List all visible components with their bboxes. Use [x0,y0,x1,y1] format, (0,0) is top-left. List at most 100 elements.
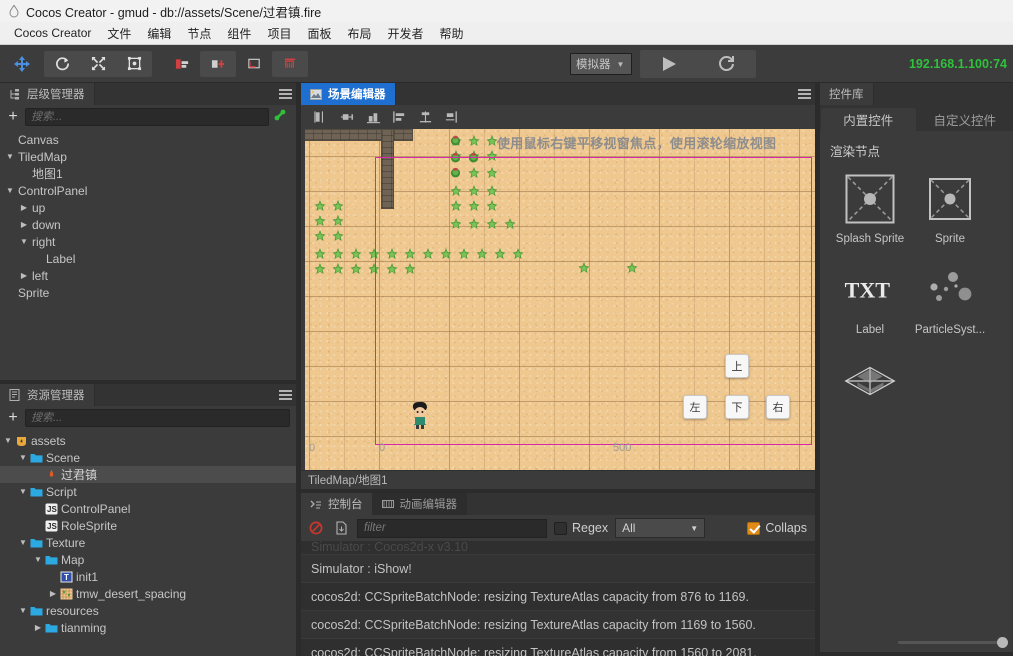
library-zoom-slider[interactable] [820,632,1013,652]
refresh-button[interactable] [698,50,756,78]
menu-project[interactable]: 项目 [259,23,299,44]
assets-search-input[interactable] [25,409,290,427]
disclosure-arrow-icon[interactable]: ▼ [17,606,29,615]
hierarchy-node-left[interactable]: ▶ left [0,267,296,284]
anchor-icon[interactable] [200,50,236,77]
disclosure-arrow-icon[interactable]: ▶ [47,589,59,598]
asset-node-scene[interactable]: ▼ Scene [0,449,296,466]
menu-node[interactable]: 节点 [179,23,219,44]
library-item-particle-system[interactable]: ParticleSyst... [910,263,990,336]
menu-edit[interactable]: 编辑 [139,23,179,44]
align-top-icon[interactable] [387,107,411,127]
align-middle-v-icon[interactable] [413,107,437,127]
play-button[interactable] [640,50,698,78]
library-item-splash-sprite[interactable]: Splash Sprite [830,172,910,245]
console-log-list[interactable]: Simulator : Cocos2d-x v3.10 Simulator : i… [301,541,815,656]
disclosure-arrow-icon[interactable]: ▼ [17,453,29,462]
hierarchy-node-controlpanel[interactable]: ▼ ControlPanel [0,182,296,199]
clear-icon[interactable] [307,519,325,537]
slider-knob[interactable] [997,636,1008,648]
disclosure-arrow-icon[interactable]: ▼ [32,555,44,564]
local-coord-icon[interactable] [236,51,272,77]
align-right-icon[interactable] [361,107,385,127]
menu-component[interactable]: 组件 [219,23,259,44]
pivot-icon[interactable] [164,51,200,77]
asset-node-rolesprite[interactable]: JS RoleSprite [0,517,296,534]
hierarchy-node-地图1[interactable]: 地图1 [0,165,296,182]
scene-canvas[interactable]: 使用鼠标右键平移视窗焦点，使用滚轮缩放视图 0 0 500 上左下右 [305,129,815,470]
console-log-row[interactable]: cocos2d: CCSpriteBatchNode: resizing Tex… [301,611,815,639]
menu-help[interactable]: 帮助 [432,23,472,44]
hierarchy-node-canvas[interactable]: Canvas [0,131,296,148]
export-icon[interactable] [332,519,350,537]
scene-btn-down[interactable]: 下 [725,395,749,419]
disclosure-arrow-icon[interactable]: ▶ [18,203,30,212]
hierarchy-node-label[interactable]: Label [0,250,296,267]
library-item-tiledmap[interactable] [830,354,910,415]
scene-btn-left[interactable]: 左 [683,395,707,419]
tab-assets[interactable]: 资源管理器 [0,384,95,406]
scene-btn-right[interactable]: 右 [766,395,790,419]
asset-node-texture[interactable]: ▼ Texture [0,534,296,551]
console-log-row[interactable]: Simulator : iShow! [301,555,815,583]
tab-hierarchy[interactable]: 层级管理器 [0,83,95,105]
hierarchy-node-tiledmap[interactable]: ▼ TiledMap [0,148,296,165]
disclosure-arrow-icon[interactable]: ▼ [4,152,16,161]
view-center-icon[interactable] [272,50,308,77]
console-filter-input[interactable] [357,518,547,538]
library-item-sprite[interactable]: Sprite [910,172,990,245]
scene-menu-icon[interactable] [793,83,815,105]
disclosure-arrow-icon[interactable]: ▼ [17,487,29,496]
hierarchy-search-input[interactable] [25,108,269,126]
disclosure-arrow-icon[interactable]: ▼ [18,237,30,246]
slider-track[interactable] [898,636,1008,648]
add-node-button[interactable]: + [6,109,20,125]
assets-menu-icon[interactable] [274,384,296,406]
disclosure-arrow-icon[interactable]: ▶ [18,220,30,229]
hierarchy-node-up[interactable]: ▶ up [0,199,296,216]
align-left-icon[interactable] [309,107,333,127]
console-log-row[interactable]: cocos2d: CCSpriteBatchNode: resizing Tex… [301,583,815,611]
move-tool[interactable] [4,51,40,77]
hierarchy-menu-icon[interactable] [274,83,296,105]
hierarchy-node-right[interactable]: ▼ right [0,233,296,250]
scene-btn-up[interactable]: 上 [725,354,749,378]
asset-node-controlpanel[interactable]: JS ControlPanel [0,500,296,517]
menu-panel[interactable]: 面板 [299,23,339,44]
disclosure-arrow-icon[interactable]: ▶ [18,271,30,280]
align-bottom-icon[interactable] [439,107,463,127]
menu-file[interactable]: 文件 [99,23,139,44]
menu-layout[interactable]: 布局 [339,23,379,44]
console-log-row[interactable]: Simulator : Cocos2d-x v3.10 [301,541,815,555]
disclosure-arrow-icon[interactable]: ▼ [17,538,29,547]
add-asset-button[interactable]: + [6,410,20,426]
library-item-label[interactable]: TXT Label [830,263,910,336]
tab-animation-editor[interactable]: 动画编辑器 [372,493,467,515]
rotate-tool[interactable] [44,51,80,77]
console-log-row[interactable]: cocos2d: CCSpriteBatchNode: resizing Tex… [301,639,815,656]
tab-custom-widgets[interactable]: 自定义控件 [917,108,1012,131]
menu-developer[interactable]: 开发者 [379,23,431,44]
simulator-select[interactable]: 模拟器 ▼ [570,53,632,75]
asset-node-tianming[interactable]: ▶ tianming [0,619,296,636]
asset-node--[interactable]: 过君镇 [0,466,296,483]
tab-scene-editor[interactable]: 场景编辑器 [301,83,396,105]
hierarchy-node-sprite[interactable]: Sprite [0,284,296,301]
log-level-select[interactable]: All ▼ [615,518,706,538]
disclosure-arrow-icon[interactable]: ▼ [4,186,16,195]
hierarchy-node-down[interactable]: ▶ down [0,216,296,233]
disclosure-arrow-icon[interactable]: ▼ [2,436,14,445]
asset-node-assets[interactable]: ▼ assets [0,432,296,449]
rect-transform-tool[interactable] [116,51,152,77]
menu-cocos-creator[interactable]: Cocos Creator [6,24,99,42]
tab-widget-library[interactable]: 控件库 [820,83,874,105]
asset-node-init1[interactable]: Tinit1 [0,568,296,585]
asset-node-script[interactable]: ▼ Script [0,483,296,500]
align-center-h-icon[interactable] [335,107,359,127]
scale-tool[interactable] [80,51,116,77]
tab-console[interactable]: 控制台 [301,493,373,515]
asset-node-map[interactable]: ▼ Map [0,551,296,568]
asset-node-tmw_desert_spacing[interactable]: ▶ tmw_desert_spacing [0,585,296,602]
collapse-checkbox[interactable]: Collaps [747,521,807,535]
player-character-sprite[interactable] [407,400,433,430]
